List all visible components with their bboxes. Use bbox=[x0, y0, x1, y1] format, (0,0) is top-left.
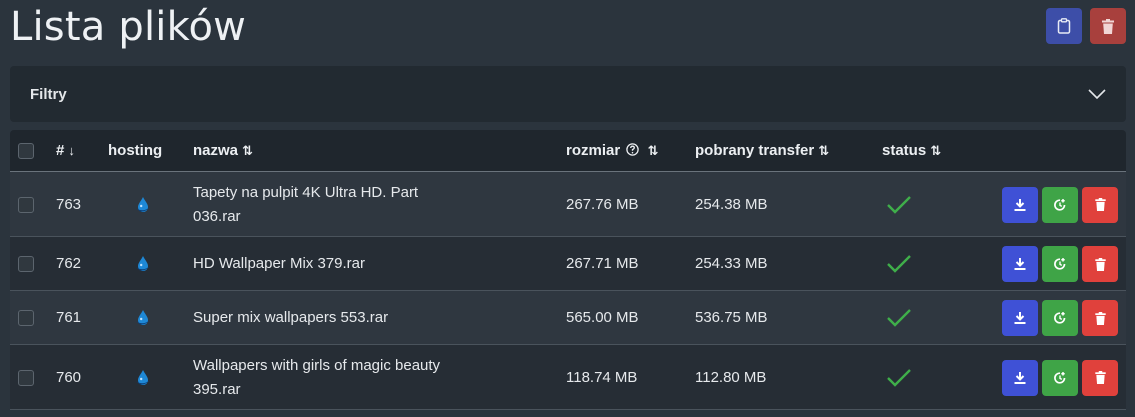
file-name-line: Tapety na pulpit 4K Ultra HD. Part bbox=[193, 183, 419, 201]
trash-icon bbox=[1094, 311, 1106, 325]
file-name-line: HD Wallpaper Mix 379.rar bbox=[193, 255, 365, 272]
file-name[interactable]: Super mix wallpapers 553.rar bbox=[193, 306, 388, 330]
clipboard-icon bbox=[1057, 18, 1071, 34]
delete-button[interactable] bbox=[1082, 359, 1118, 396]
download-button[interactable] bbox=[1002, 300, 1038, 336]
downloaded-transfer: 254.38 MB bbox=[695, 195, 768, 213]
hosting-icon bbox=[134, 196, 152, 218]
chevron-down-icon[interactable] bbox=[1088, 89, 1106, 99]
downloaded-transfer: 112.80 MB bbox=[695, 368, 767, 386]
file-size: 118.74 MB bbox=[566, 368, 638, 386]
table-row: 761 Super mix wallpapers 553.rar 565.00 … bbox=[10, 291, 1126, 345]
sort-icon: ⇅ bbox=[242, 143, 253, 158]
column-transfer[interactable]: pobrany transfer ⇅ bbox=[695, 130, 829, 171]
file-size: 267.71 MB bbox=[566, 255, 639, 272]
file-name-line: 036.rar bbox=[193, 207, 241, 225]
refresh-button[interactable] bbox=[1042, 246, 1078, 282]
status-ok-icon bbox=[886, 308, 912, 332]
column-id[interactable]: # ↓ bbox=[56, 130, 75, 171]
row-checkbox[interactable] bbox=[18, 369, 34, 386]
files-table: # ↓ hosting nazwa ⇅ rozmiar ⇅ pobrany tran… bbox=[10, 130, 1126, 410]
column-name[interactable]: nazwa ⇅ bbox=[193, 130, 253, 171]
filters-panel[interactable]: Filtry bbox=[10, 66, 1126, 122]
delete-button[interactable] bbox=[1082, 300, 1118, 336]
row-checkbox[interactable] bbox=[18, 256, 34, 272]
status-ok-icon bbox=[886, 195, 912, 219]
sort-icon: ⇅ bbox=[647, 143, 659, 158]
download-icon bbox=[1014, 198, 1026, 211]
refresh-icon bbox=[1054, 198, 1066, 211]
trash-icon bbox=[1094, 257, 1106, 271]
refresh-icon bbox=[1054, 258, 1066, 270]
delete-button[interactable] bbox=[1082, 246, 1118, 282]
row-id: 762 bbox=[56, 255, 82, 272]
status-ok-icon bbox=[886, 368, 912, 392]
trash-icon bbox=[1102, 18, 1114, 34]
row-checkbox[interactable] bbox=[18, 310, 34, 326]
row-checkbox[interactable] bbox=[18, 196, 34, 213]
download-icon bbox=[1014, 258, 1026, 270]
trash-icon bbox=[1094, 198, 1106, 211]
refresh-icon bbox=[1054, 312, 1066, 324]
hosting-icon bbox=[134, 309, 152, 331]
refresh-icon bbox=[1054, 371, 1066, 384]
row-id: 763 bbox=[56, 195, 82, 213]
download-button[interactable] bbox=[1002, 359, 1038, 396]
file-name[interactable]: Tapety na pulpit 4K Ultra HD. Part 036.ra… bbox=[193, 181, 418, 229]
row-id: 761 bbox=[56, 309, 82, 326]
hosting-icon bbox=[134, 369, 152, 391]
hosting-icon bbox=[134, 255, 152, 277]
download-button[interactable] bbox=[1002, 246, 1038, 282]
select-all-checkbox[interactable] bbox=[18, 143, 34, 159]
sort-icon: ⇅ bbox=[818, 143, 830, 158]
file-name-line: Wallpapers with girls of magic beauty bbox=[193, 356, 441, 374]
column-size[interactable]: rozmiar ⇅ bbox=[566, 130, 658, 171]
page-title: Lista plików bbox=[10, 4, 247, 50]
copy-links-button[interactable] bbox=[1046, 8, 1082, 44]
sort-desc-icon: ↓ bbox=[68, 143, 75, 158]
file-name-line: Super mix wallpapers 553.rar bbox=[193, 309, 389, 326]
column-status[interactable]: status ⇅ bbox=[882, 130, 941, 171]
sort-icon: ⇅ bbox=[930, 143, 942, 158]
trash-icon bbox=[1094, 371, 1106, 384]
help-circle-icon[interactable] bbox=[626, 143, 640, 156]
file-size: 565.00 MB bbox=[566, 309, 639, 326]
filters-label: Filtry bbox=[30, 85, 67, 103]
table-row: 762 HD Wallpaper Mix 379.rar 267.71 MB 2… bbox=[10, 237, 1126, 291]
file-size: 267.76 MB bbox=[566, 195, 639, 213]
row-id: 760 bbox=[56, 368, 82, 386]
delete-button[interactable] bbox=[1082, 186, 1118, 223]
refresh-button[interactable] bbox=[1042, 186, 1078, 223]
table-row: 760 Wallpapers with girls of magic beaut… bbox=[10, 345, 1126, 410]
file-name-line: 395.rar bbox=[193, 380, 241, 398]
download-icon bbox=[1014, 312, 1026, 324]
download-icon bbox=[1014, 371, 1026, 384]
file-name[interactable]: Wallpapers with girls of magic beauty 395… bbox=[193, 354, 440, 402]
column-hosting: hosting bbox=[108, 142, 163, 159]
file-name[interactable]: HD Wallpaper Mix 379.rar bbox=[193, 252, 365, 276]
table-row: 763 Tapety na pulpit 4K Ultra HD. Part 03… bbox=[10, 172, 1126, 237]
refresh-button[interactable] bbox=[1042, 300, 1078, 336]
downloaded-transfer: 536.75 MB bbox=[695, 309, 768, 326]
delete-all-button[interactable] bbox=[1090, 8, 1126, 44]
downloaded-transfer: 254.33 MB bbox=[695, 255, 768, 272]
download-button[interactable] bbox=[1002, 186, 1038, 223]
table-header: # ↓ hosting nazwa ⇅ rozmiar ⇅ pobrany tran… bbox=[10, 130, 1126, 172]
refresh-button[interactable] bbox=[1042, 359, 1078, 396]
status-ok-icon bbox=[886, 254, 912, 278]
